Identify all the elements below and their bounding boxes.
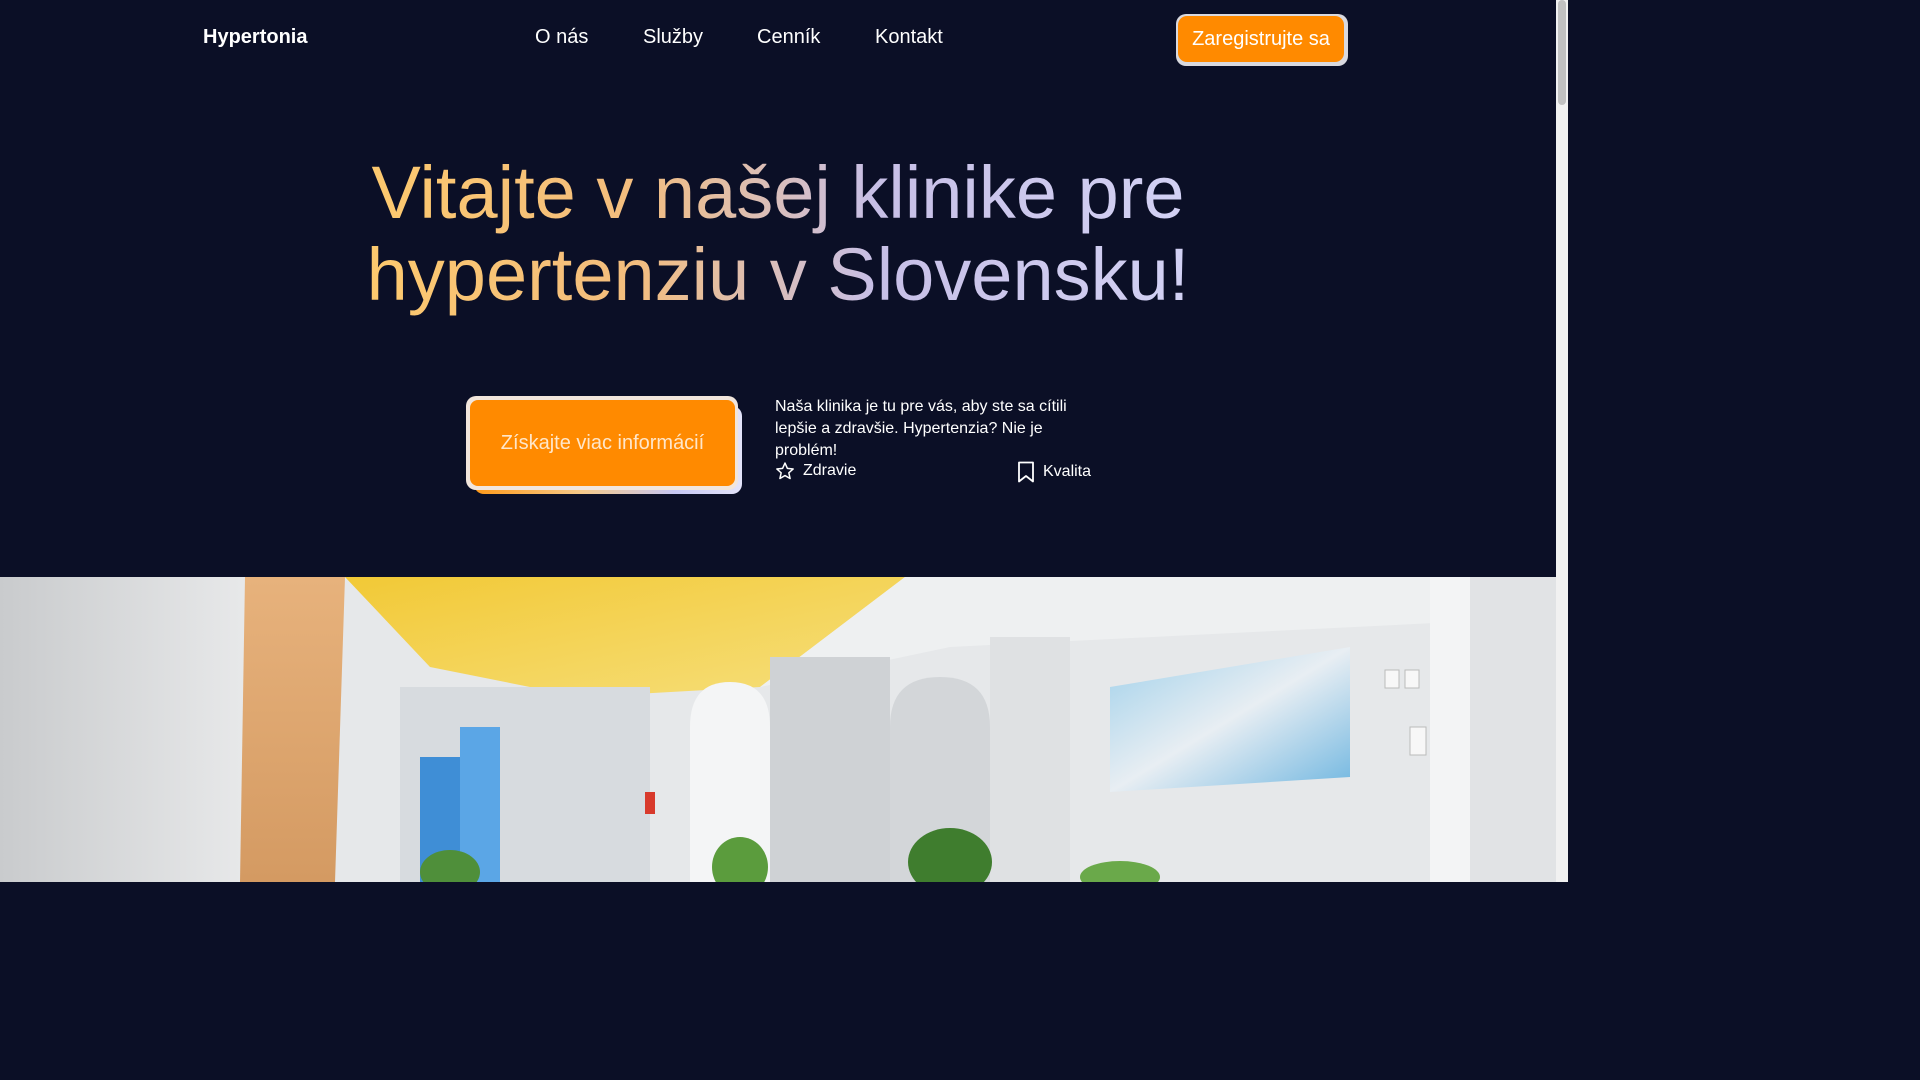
nav-item-kontakt[interactable]: Kontakt (875, 26, 943, 49)
clinic-interior-illustration (0, 577, 1556, 882)
hero-title-line-1: Vitajte v našej klinike pre (371, 151, 1185, 234)
nav-item-o-nas[interactable]: O nás (535, 26, 588, 49)
more-info-button[interactable]: Získajte viac informácií (470, 400, 735, 486)
landing-page: Hypertonia O nás Služby Cenník Kontakt Z… (0, 0, 1556, 882)
scrollbar-thumb[interactable] (1558, 0, 1566, 105)
feature-zdravie-label: Zdravie (803, 462, 857, 479)
hero-description: Naša klinika je tu pre vás, aby ste sa c… (775, 398, 1067, 459)
star-outline-icon (776, 462, 794, 480)
brand-logo[interactable]: Hypertonia (203, 26, 307, 49)
feature-kvalita-label: Kvalita (1043, 463, 1092, 480)
clinic-interior-image (0, 577, 1556, 882)
hero-title-line-2: hypertenziu v Slovensku! (366, 233, 1190, 316)
nav-item-cennik[interactable]: Cenník (757, 26, 820, 49)
register-button[interactable]: Zaregistrujte sa (1178, 16, 1344, 62)
feature-zdravie: Zdravie (775, 461, 856, 481)
scrollbar-track[interactable] (1556, 0, 1568, 882)
feature-kvalita: Kvalita (1017, 461, 1091, 483)
bookmark-icon (1018, 461, 1034, 483)
nav-item-sluzby[interactable]: Služby (643, 26, 703, 49)
hero-title: Vitajte v našej klinike pre hypertenziu … (300, 152, 1256, 316)
